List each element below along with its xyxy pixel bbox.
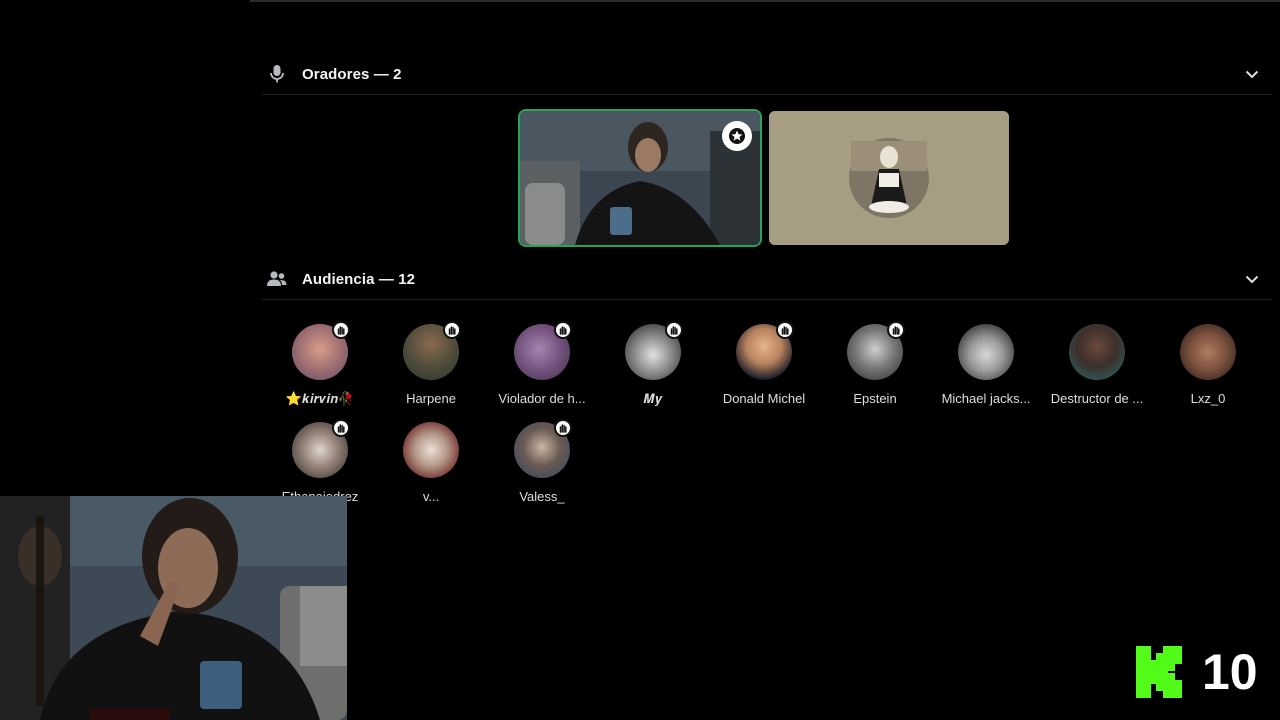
- audience-member[interactable]: Destructor de ...: [1042, 324, 1152, 407]
- avatar: [958, 324, 1014, 380]
- speaker-video-tile[interactable]: [520, 111, 760, 245]
- webcam-overlay: [0, 496, 347, 720]
- member-name: Valess_: [519, 489, 565, 504]
- avatar: [403, 321, 461, 380]
- top-divider: [250, 0, 1280, 2]
- avatar: [514, 419, 572, 478]
- audience-member[interactable]: v...: [376, 422, 486, 505]
- users-icon: [264, 268, 290, 290]
- avatar: [1180, 324, 1236, 380]
- audience-member[interactable]: Valess_: [487, 419, 597, 505]
- avatar: [736, 321, 794, 380]
- chevron-down-icon[interactable]: [1242, 64, 1262, 84]
- speakers-title: Oradores — 2: [302, 65, 402, 83]
- avatar: [1069, 324, 1125, 380]
- avatar: [292, 419, 350, 478]
- audience-member[interactable]: Violador de h...: [487, 321, 597, 407]
- speaker-avatar-tile[interactable]: [769, 111, 1009, 245]
- speaker-avatar: [769, 111, 1009, 245]
- hand-icon: [776, 321, 794, 339]
- member-name: Destructor de ...: [1050, 391, 1144, 406]
- member-name: Epstein: [853, 391, 897, 406]
- avatar: [847, 321, 905, 380]
- speakers-header[interactable]: Oradores — 2: [262, 54, 1272, 95]
- member-name: 𝑴𝒚: [643, 391, 663, 406]
- avatar: [625, 321, 683, 380]
- member-name: Michael jacks...: [941, 391, 1031, 406]
- audience-member[interactable]: Ethanajedrez: [265, 419, 375, 505]
- audience-member[interactable]: Michael jacks...: [931, 324, 1041, 407]
- audience-member[interactable]: Lxz_0: [1153, 324, 1263, 407]
- hand-icon: [665, 321, 683, 339]
- avatar: [292, 321, 350, 380]
- member-name: v...: [422, 489, 440, 504]
- avatar: [514, 321, 572, 380]
- member-name: Lxz_0: [1190, 391, 1226, 406]
- audience-member[interactable]: ⭐𝒌𝒊𝒓𝒗𝒊𝒏🥀: [265, 321, 375, 407]
- hand-icon: [443, 321, 461, 339]
- member-name: Violador de h...: [498, 391, 586, 406]
- viewer-count: 10: [1202, 644, 1258, 700]
- kick-logo-icon: [1136, 646, 1182, 698]
- hand-icon: [554, 321, 572, 339]
- member-name: Donald Michel: [722, 391, 806, 406]
- chevron-down-icon[interactable]: [1242, 269, 1262, 289]
- member-name: ⭐𝒌𝒊𝒓𝒗𝒊𝒏🥀: [285, 391, 355, 406]
- hand-icon: [332, 321, 350, 339]
- audience-member[interactable]: Harpene: [376, 321, 486, 407]
- hand-icon: [332, 419, 350, 437]
- hand-icon: [887, 321, 905, 339]
- hand-icon: [554, 419, 572, 437]
- kick-viewer-counter: 10: [1136, 646, 1264, 698]
- avatar: [403, 422, 459, 478]
- audience-member[interactable]: Donald Michel: [709, 321, 819, 407]
- audience-member[interactable]: Epstein: [820, 321, 930, 407]
- audience-header[interactable]: Audiencia — 12: [262, 259, 1272, 300]
- microphone-icon: [264, 63, 290, 85]
- moderator-badge-icon: [722, 121, 752, 151]
- member-name: Harpene: [406, 391, 456, 406]
- audience-title: Audiencia — 12: [302, 270, 416, 288]
- audience-member[interactable]: 𝑴𝒚: [598, 321, 708, 407]
